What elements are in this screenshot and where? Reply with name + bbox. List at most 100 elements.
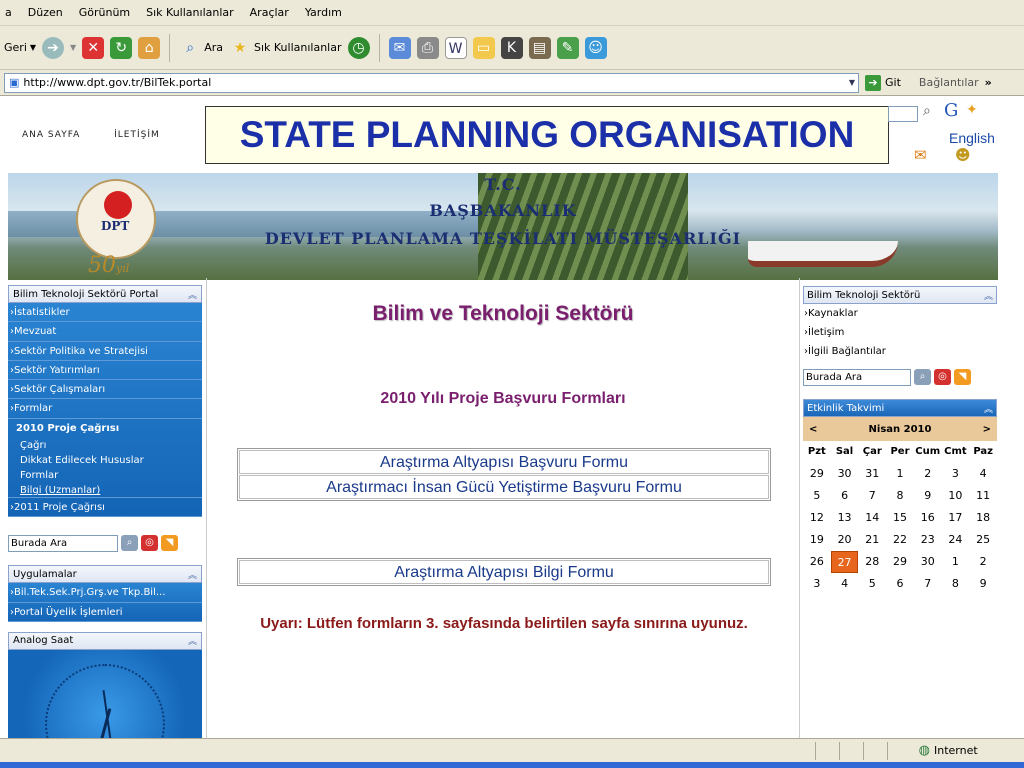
calendar-day[interactable]: 16: [914, 507, 942, 529]
nav-item-investments[interactable]: ›Sektör Yatırımları: [8, 361, 202, 381]
nav-item-2011-call[interactable]: ›2011 Proje Çağrısı: [8, 498, 202, 518]
messenger-icon[interactable]: ☺: [584, 36, 607, 59]
calendar-day[interactable]: 4: [969, 463, 997, 485]
book-icon[interactable]: ▤: [528, 36, 551, 59]
calendar-day[interactable]: 17: [942, 507, 970, 529]
calendar-day[interactable]: 2: [914, 463, 942, 485]
nav-subitem-notes[interactable]: Dikkat Edilecek Hususlar: [8, 453, 202, 468]
calendar-day[interactable]: 7: [914, 573, 942, 595]
menu-view[interactable]: Görünüm: [76, 6, 133, 19]
apps-header[interactable]: Uygulamalar ︽: [8, 565, 202, 584]
users-icon[interactable]: ☻: [955, 146, 971, 164]
calendar-day[interactable]: 7: [858, 485, 886, 507]
stop-icon[interactable]: ✕: [82, 36, 105, 59]
calendar-day[interactable]: 21: [858, 529, 886, 551]
link-contact[interactable]: ›İletişim: [803, 323, 997, 342]
search-button[interactable]: ⌕ Ara: [179, 37, 223, 59]
calendar-day[interactable]: 3: [803, 573, 831, 595]
calendar-day[interactable]: 1: [886, 463, 914, 485]
calendar-day[interactable]: 24: [942, 529, 970, 551]
calendar-day[interactable]: 9: [969, 573, 997, 595]
calendar-day[interactable]: 28: [858, 551, 886, 573]
calendar-day[interactable]: 30: [831, 463, 859, 485]
calendar-day[interactable]: 3: [942, 463, 970, 485]
address-input[interactable]: ▣ http://www.dpt.gov.tr/BilTek.portal ▼: [4, 72, 859, 93]
menu-tools[interactable]: Araçlar: [247, 6, 292, 19]
search-icon[interactable]: ⌕: [121, 535, 138, 552]
forward-icon[interactable]: ➔: [42, 36, 65, 59]
calendar-day[interactable]: 8: [886, 485, 914, 507]
bookmark-icon[interactable]: ✦: [966, 102, 978, 118]
contact-link[interactable]: İLETİŞİM: [114, 130, 160, 140]
go-button[interactable]: Git: [885, 76, 901, 89]
next-month-button[interactable]: >: [983, 424, 991, 435]
search-icon[interactable]: ⌕: [923, 103, 931, 119]
calendar-day[interactable]: 20: [831, 529, 859, 551]
menu-file[interactable]: a: [2, 6, 15, 19]
form-link-info[interactable]: Araştırma Altyapısı Bilgi Formu: [239, 560, 769, 584]
nav-item-statistics[interactable]: ›İstatistikler: [8, 303, 202, 323]
sector-header[interactable]: Bilim Teknoloji Sektörü ︽: [803, 286, 997, 304]
home-icon[interactable]: ⌂: [138, 36, 161, 59]
nav-subitem-experts[interactable]: Bilgi (Uzmanlar): [8, 483, 202, 499]
left-search-input[interactable]: Burada Ara: [8, 534, 118, 552]
nav-subitem-call[interactable]: Çağrı: [8, 438, 202, 453]
links-button[interactable]: Bağlantılar: [919, 76, 979, 89]
go-icon[interactable]: ➔: [865, 74, 881, 91]
search-icon[interactable]: ⌕: [914, 369, 931, 385]
calendar-day[interactable]: 14: [858, 507, 886, 529]
calendar-day[interactable]: 19: [803, 529, 831, 551]
calendar-day[interactable]: 15: [886, 507, 914, 529]
menu-help[interactable]: Yardım: [302, 6, 345, 19]
right-search-input[interactable]: Burada Ara: [803, 368, 911, 386]
history-icon[interactable]: ◷: [347, 36, 370, 59]
calendar-day[interactable]: 6: [886, 573, 914, 595]
calendar-day[interactable]: 25: [969, 529, 997, 551]
calendar-day[interactable]: 22: [886, 529, 914, 551]
calendar-day[interactable]: 23: [914, 529, 942, 551]
mail-icon[interactable]: ✉: [914, 146, 927, 164]
prev-month-button[interactable]: <: [809, 424, 817, 435]
calendar-day[interactable]: 13: [831, 507, 859, 529]
calendar-day[interactable]: 5: [858, 573, 886, 595]
link-resources[interactable]: ›Kaynaklar: [803, 304, 997, 323]
calendar-day[interactable]: 12: [803, 507, 831, 529]
calendar-day[interactable]: 4: [831, 573, 859, 595]
calendar-day[interactable]: 29: [803, 463, 831, 485]
chevron-down-icon[interactable]: ▼: [849, 78, 855, 87]
calendar-day[interactable]: 2: [969, 551, 997, 573]
collapse-icon[interactable]: ︽: [984, 402, 993, 415]
advanced-search-icon[interactable]: ◎: [934, 369, 951, 385]
nav-item-2010-call[interactable]: 2010 Proje Çağrısı: [8, 419, 202, 438]
calendar-day[interactable]: 10: [942, 485, 970, 507]
calendar-day[interactable]: 1: [942, 551, 970, 573]
calendar-day[interactable]: 11: [969, 485, 997, 507]
collapse-icon[interactable]: ︽: [188, 568, 197, 581]
favorites-button[interactable]: ★ Sık Kullanılanlar: [229, 37, 342, 59]
app-item-membership[interactable]: ›Portal Üyelik İşlemleri: [8, 603, 202, 622]
refresh-icon[interactable]: ↻: [110, 36, 133, 59]
rss-icon[interactable]: ◥: [954, 369, 971, 385]
nav-item-forms[interactable]: ›Formlar: [8, 399, 202, 419]
back-button[interactable]: Geri ▼: [4, 41, 36, 54]
calendar-day[interactable]: 26: [803, 551, 831, 573]
word-icon[interactable]: W: [444, 36, 467, 59]
menu-edit[interactable]: Düzen: [25, 6, 66, 19]
calendar-day[interactable]: 8: [942, 573, 970, 595]
portal-header[interactable]: Bilim Teknoloji Sektörü Portal ︽: [8, 285, 202, 303]
home-link[interactable]: ANA SAYFA: [22, 130, 80, 140]
rss-icon[interactable]: ◥: [161, 535, 178, 552]
form-link-infrastructure[interactable]: Araştırma Altyapısı Başvuru Formu: [239, 450, 769, 474]
calendar-day[interactable]: 18: [969, 507, 997, 529]
advanced-search-icon[interactable]: ◎: [141, 535, 158, 552]
mail-icon[interactable]: ✉: [388, 36, 411, 59]
calendar-day[interactable]: 9: [914, 485, 942, 507]
calendar-day[interactable]: 29: [886, 551, 914, 573]
nav-item-policy[interactable]: ›Sektör Politika ve Stratejisi: [8, 342, 202, 361]
calendar-day[interactable]: 5: [803, 485, 831, 507]
collapse-icon[interactable]: ︽: [188, 288, 197, 301]
nav-item-studies[interactable]: ›Sektör Çalışmaları: [8, 380, 202, 400]
top-search-input[interactable]: [888, 106, 918, 122]
chevron-right-icon[interactable]: »: [985, 76, 992, 89]
collapse-icon[interactable]: ︽: [188, 634, 197, 647]
